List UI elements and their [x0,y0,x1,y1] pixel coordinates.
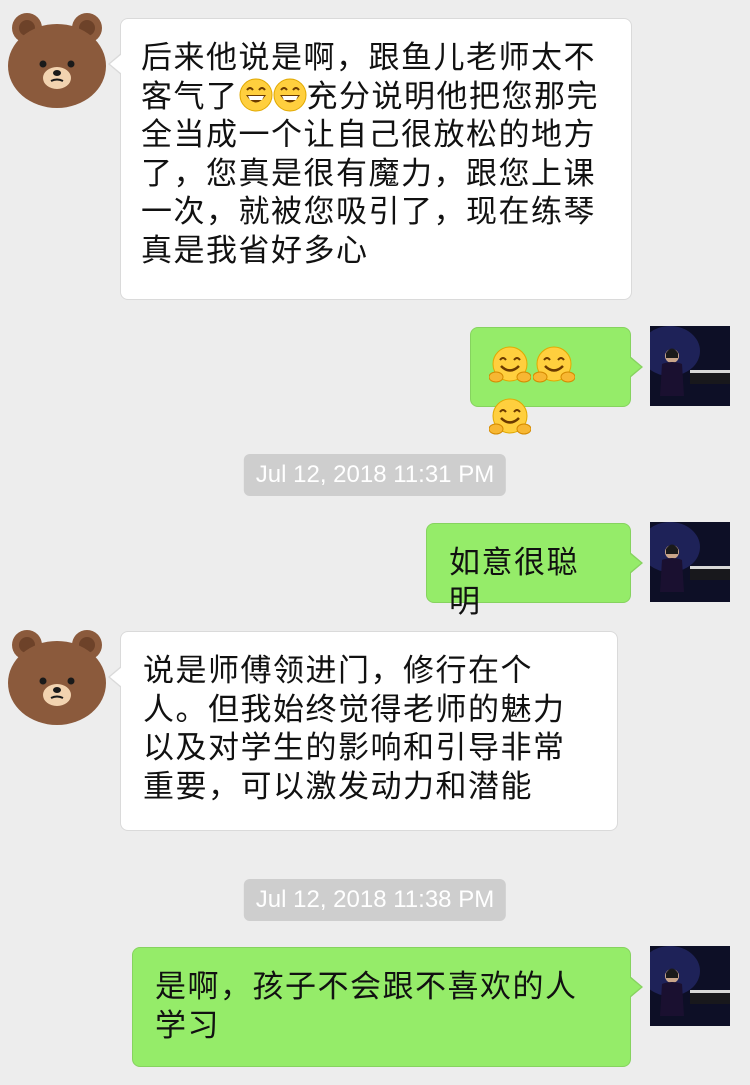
pianist-photo [650,522,730,602]
pianist-photo [650,946,730,1026]
message-text: 说是师傅领进门，修行在个人。但我始终觉得老师的魅力以及对学生的影响和引导非常重要… [143,653,566,805]
message-bubble-me[interactable]: 如意很聪明 [426,523,643,620]
message-bubble-me[interactable] [470,327,643,407]
message-text: 是啊，孩子不会跟不喜欢的人学习 [155,969,578,1044]
pianist-photo [650,326,730,406]
timestamp: Jul 12, 2018 11:38 PM [243,879,507,921]
hugging-face-emoji [489,397,531,439]
hugging-face-emoji [489,345,531,387]
my-avatar[interactable] [650,522,730,602]
grinning-squint-emoji [273,78,307,112]
contact-avatar[interactable] [5,10,109,114]
grinning-squint-emoji [239,78,273,112]
timestamp: Jul 12, 2018 11:31 PM [243,454,507,496]
my-avatar[interactable] [650,326,730,406]
contact-avatar[interactable] [5,627,109,731]
message-bubble-me[interactable]: 是啊，孩子不会跟不喜欢的人学习 [132,947,643,1067]
hugging-face-emoji [533,345,575,387]
my-avatar[interactable] [650,946,730,1026]
message-text: 如意很聪明 [449,545,579,620]
message-bubble-contact[interactable]: 后来他说是啊，跟鱼儿老师太不客气了 充分说明他把您那完全当成一个让自己很放松的地方… [108,18,632,300]
message-bubble-contact[interactable]: 说是师傅领进门，修行在个人。但我始终觉得老师的魅力以及对学生的影响和引导非常重要… [108,631,618,831]
